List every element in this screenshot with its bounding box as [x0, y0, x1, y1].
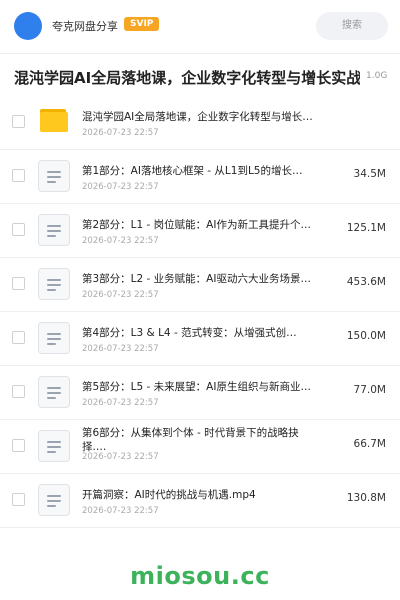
owner-name: 夸克网盘分享 — [52, 20, 118, 33]
row-checkbox[interactable] — [12, 277, 25, 290]
header-divider — [0, 53, 400, 54]
file-name: 第3部分：L2 - 业务赋能：AI驱动六大业务场景… — [82, 273, 311, 285]
file-size: 130.8M — [346, 492, 386, 504]
list-item[interactable]: 第3部分：L2 - 业务赋能：AI驱动六大业务场景… 2026-07-23 22… — [0, 258, 400, 312]
list-item[interactable]: 第1部分：AI落地核心框架 - 从L1到L5的增长… 2026-07-23 22… — [0, 150, 400, 204]
file-name: 开篇洞察：AI时代的挑战与机遇.mp4 — [82, 489, 256, 501]
search-input[interactable]: 搜索 — [316, 12, 388, 40]
file-name: 第6部分：从集体到个体 - 时代背景下的战略抉择.… — [82, 427, 299, 453]
row-checkbox[interactable] — [12, 223, 25, 236]
file-name: 混沌学园AI全局落地课，企业数字化转型与增长实战 — [82, 111, 318, 123]
list-item[interactable]: 第5部分：L5 - 未来展望：AI原生组织与新商业… 2026-07-23 22… — [0, 366, 400, 420]
list-item[interactable]: 第2部分：L1 - 岗位赋能：AI作为新工具提升个… 2026-07-23 22… — [0, 204, 400, 258]
file-date: 2026-07-23 22:57 — [82, 128, 159, 138]
document-icon — [38, 214, 70, 246]
file-name: 第1部分：AI落地核心框架 - 从L1到L5的增长… — [82, 165, 303, 177]
file-size: 453.6M — [346, 276, 386, 288]
row-checkbox[interactable] — [12, 115, 25, 128]
total-size: 1.0G — [366, 71, 388, 81]
list-item[interactable]: 开篇洞察：AI时代的挑战与机遇.mp4 2026-07-23 22:57 130… — [0, 474, 400, 528]
row-checkbox[interactable] — [12, 493, 25, 506]
file-size: 125.1M — [346, 222, 386, 234]
row-checkbox[interactable] — [12, 385, 25, 398]
title-row: 混沌学园AI全局落地课，企业数字化转型与增长实战 1.0G — [0, 58, 400, 96]
file-size: 77.0M — [353, 384, 386, 396]
svip-badge: SVIP — [124, 17, 160, 31]
file-date: 2026-07-23 22:57 — [82, 398, 159, 408]
file-date: 2026-07-23 22:57 — [82, 452, 159, 462]
file-date: 2026-07-23 22:57 — [82, 182, 159, 192]
page-title: 混沌学园AI全局落地课，企业数字化转型与增长实战 — [14, 69, 360, 87]
watermark: miosou.cc — [130, 562, 270, 590]
file-name: 第2部分：L1 - 岗位赋能：AI作为新工具提升个… — [82, 219, 311, 231]
file-name: 第4部分：L3 & L4 - 范式转变：从增强式创… — [82, 327, 297, 339]
document-icon — [38, 376, 70, 408]
file-date: 2026-07-23 22:57 — [82, 506, 159, 516]
list-item[interactable]: 混沌学园AI全局落地课，企业数字化转型与增长实战 2026-07-23 22:5… — [0, 96, 400, 150]
row-checkbox[interactable] — [12, 439, 25, 452]
document-icon — [38, 268, 70, 300]
file-size: 150.0M — [346, 330, 386, 342]
header: 夸克网盘分享 SVIP 搜索 — [0, 0, 400, 50]
document-icon — [38, 430, 70, 462]
folder-icon — [38, 106, 70, 138]
file-size: 34.5M — [353, 168, 386, 180]
file-date: 2026-07-23 22:57 — [82, 344, 159, 354]
document-icon — [38, 322, 70, 354]
file-date: 2026-07-23 22:57 — [82, 290, 159, 300]
row-checkbox[interactable] — [12, 331, 25, 344]
file-size: 66.7M — [353, 438, 386, 450]
list-item[interactable]: 第4部分：L3 & L4 - 范式转变：从增强式创… 2026-07-23 22… — [0, 312, 400, 366]
file-date: 2026-07-23 22:57 — [82, 236, 159, 246]
avatar[interactable] — [14, 12, 42, 40]
file-name: 第5部分：L5 - 未来展望：AI原生组织与新商业… — [82, 381, 311, 393]
document-icon — [38, 160, 70, 192]
document-icon — [38, 484, 70, 516]
list-item[interactable]: 第6部分：从集体到个体 - 时代背景下的战略抉择.… 2026-07-23 22… — [0, 420, 400, 474]
row-checkbox[interactable] — [12, 169, 25, 182]
